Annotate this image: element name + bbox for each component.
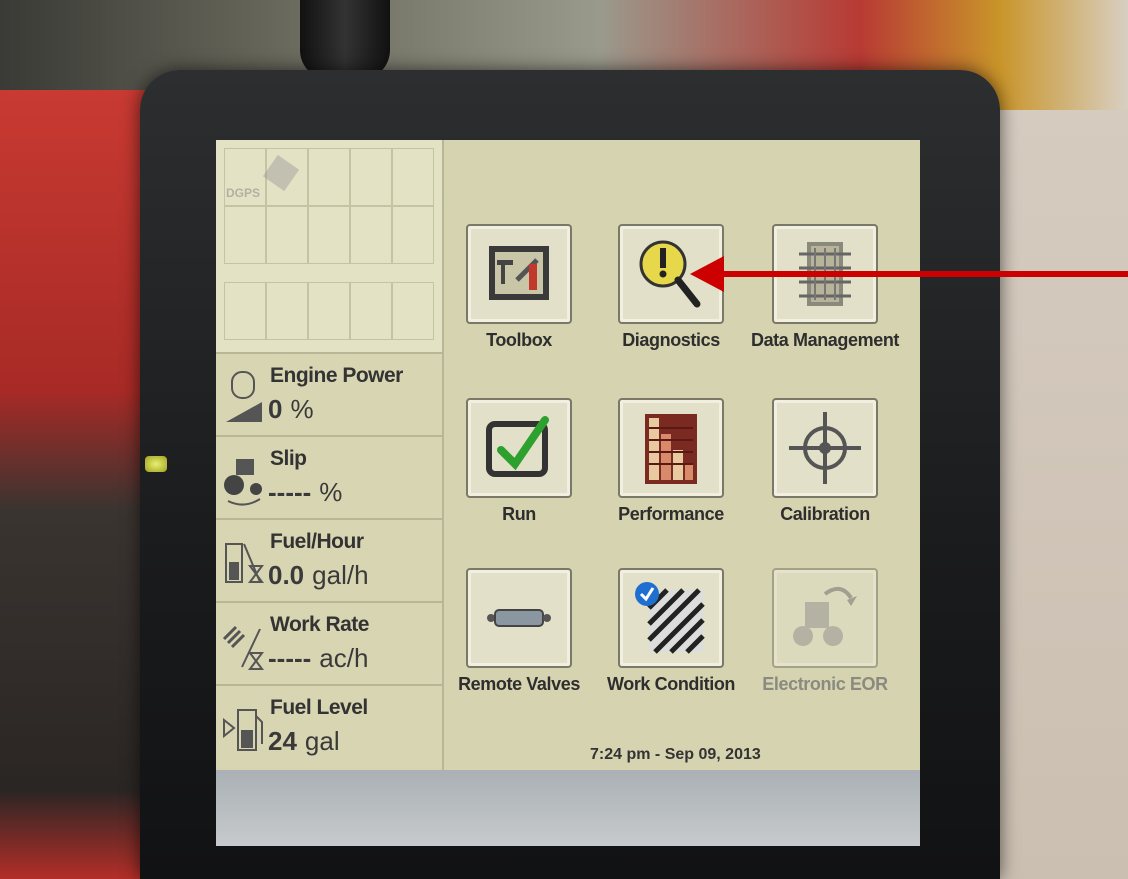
- metric-value: 24: [268, 726, 297, 756]
- toolbox-icon: [489, 246, 549, 300]
- metric-label: Work Rate: [270, 613, 369, 636]
- run-checkmark-icon: [486, 416, 549, 477]
- run-button[interactable]: Run: [444, 398, 604, 548]
- fuel-pump-hourglass-icon: [225, 543, 264, 583]
- tile-label: Data Management: [750, 330, 900, 350]
- remote-valves-button[interactable]: Remote Valves: [444, 568, 604, 718]
- tile-label: Diagnostics: [622, 330, 720, 350]
- metric-unit: %: [319, 477, 343, 507]
- performance-chart-icon: [645, 414, 697, 484]
- main-menu: Toolbox Diagnostics Data Management Run …: [444, 140, 920, 770]
- performance-button[interactable]: Performance: [596, 398, 756, 548]
- work-condition-icon: [635, 582, 705, 654]
- metric-label: Engine Power: [270, 364, 403, 387]
- background-tractor: [0, 90, 150, 879]
- metric-value: 0: [268, 394, 283, 424]
- metric-unit: gal/h: [312, 560, 369, 590]
- dgps-status-icon: DGPS: [222, 152, 306, 204]
- diagnostics-button[interactable]: Diagnostics: [596, 224, 756, 374]
- metric-label: Slip: [270, 447, 307, 470]
- metric-value: -----: [268, 643, 312, 673]
- run-screen-panel: DGPS Engine Power 0% Slip -----% Fuel/Ho…: [216, 140, 444, 770]
- status-led: [145, 456, 167, 472]
- metric-label: Fuel/Hour: [270, 530, 364, 553]
- electronic-eor-icon: [793, 586, 857, 646]
- metric-unit: %: [290, 394, 314, 424]
- tile-label: Work Condition: [606, 674, 736, 694]
- data-management-button[interactable]: Data Management: [750, 224, 910, 374]
- remote-valve-icon: [487, 609, 551, 627]
- toolbox-button[interactable]: Toolbox: [444, 224, 604, 374]
- engine-icon: [226, 371, 262, 422]
- metric-unit: gal: [304, 726, 340, 756]
- tile-label: Calibration: [780, 504, 870, 524]
- calibration-crosshair-icon: [789, 412, 861, 484]
- metric-value: 0.0: [268, 560, 305, 590]
- tile-label: Performance: [618, 504, 724, 524]
- tile-label: Toolbox: [486, 330, 552, 350]
- metric-label: Fuel Level: [270, 696, 368, 719]
- status-grid: DGPS: [216, 140, 442, 352]
- display-cable: [300, 0, 390, 80]
- metric-unit: ac/h: [319, 643, 369, 673]
- metric-value: -----: [268, 477, 312, 507]
- fuel-pump-icon: [223, 709, 263, 751]
- metric-fuel-hour[interactable]: Fuel/Hour 0.0 gal/h: [216, 518, 442, 602]
- tile-label: Electronic EOR: [762, 674, 888, 694]
- tile-label: Remote Valves: [458, 674, 580, 694]
- metric-slip[interactable]: Slip -----%: [216, 435, 442, 519]
- display-screen: DGPS Engine Power 0% Slip -----% Fuel/Ho…: [216, 140, 920, 846]
- field-hourglass-icon: [222, 625, 264, 670]
- electronic-eor-button[interactable]: Electronic EOR: [750, 568, 910, 718]
- tile-label: Run: [502, 504, 536, 524]
- bottom-status-bar: [216, 770, 920, 846]
- metric-fuel-level[interactable]: Fuel Level 24 gal: [216, 684, 442, 768]
- annotation-arrow-icon: [690, 256, 1128, 292]
- datetime-status: 7:24 pm - Sep 09, 2013: [590, 746, 761, 763]
- calibration-button[interactable]: Calibration: [750, 398, 910, 548]
- work-condition-button[interactable]: Work Condition: [596, 568, 756, 718]
- dgps-label: DGPS: [226, 186, 261, 200]
- metric-work-rate[interactable]: Work Rate ----- ac/h: [216, 601, 442, 685]
- metric-engine-power[interactable]: Engine Power 0%: [216, 352, 442, 436]
- tractor-slip-icon: [224, 459, 262, 506]
